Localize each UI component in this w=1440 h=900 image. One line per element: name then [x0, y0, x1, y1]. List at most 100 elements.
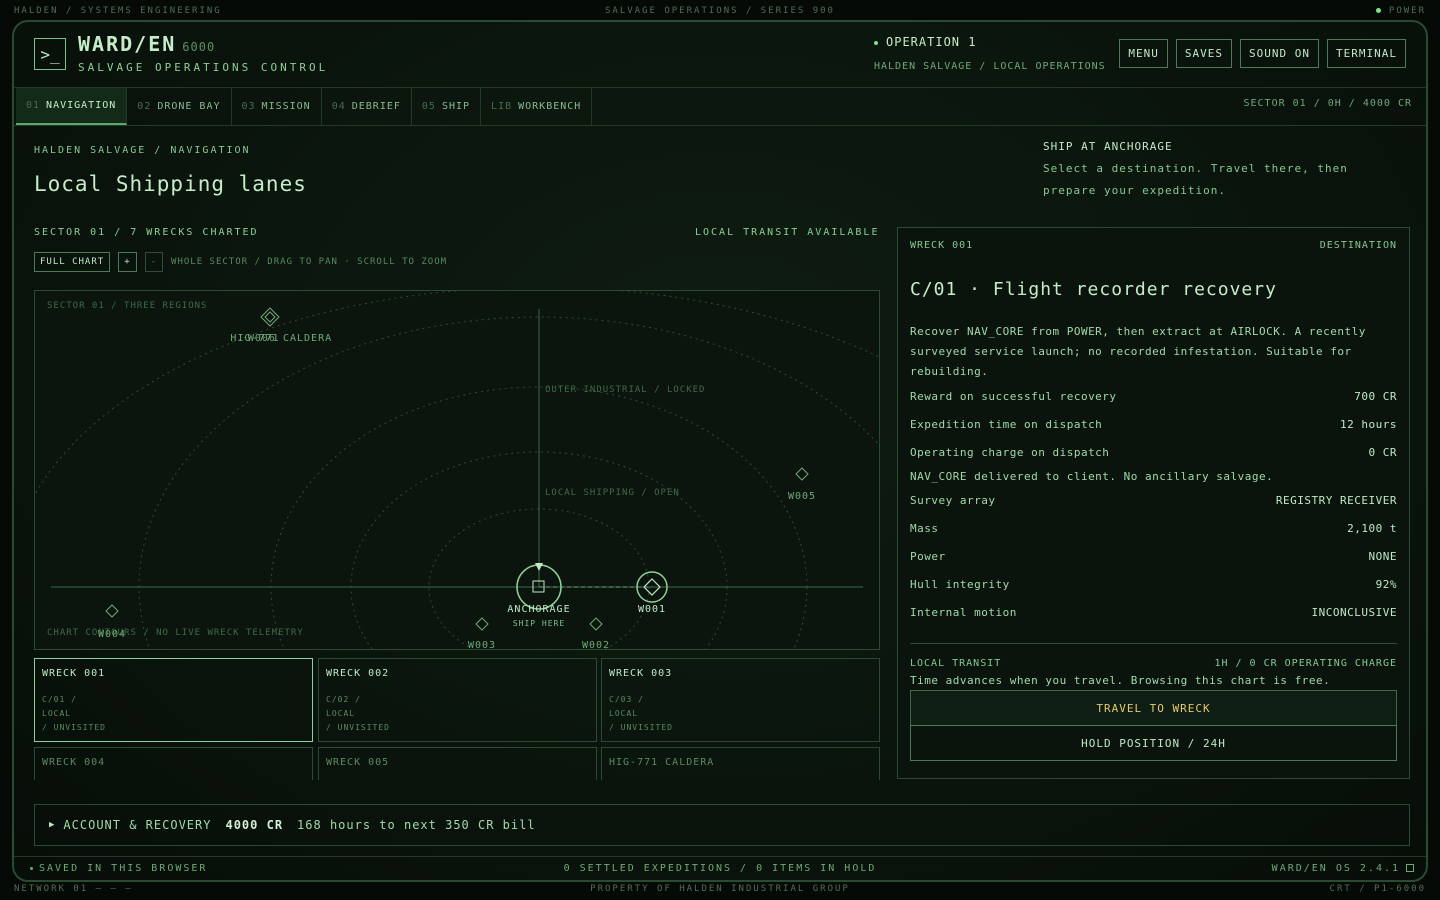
- stat-row: Internal motion INCONCLUSIVE: [910, 598, 1397, 626]
- stat-value: 0 CR: [1368, 445, 1397, 459]
- top-strip-left: HALDEN / SYSTEMS ENGINEERING: [14, 6, 222, 16]
- sector-map[interactable]: SECTOR 01 / THREE REGIONS OUTER INDUSTRI…: [34, 290, 880, 650]
- anchorage-status-text: Select a destination. Travel there, then…: [1043, 162, 1348, 197]
- full-chart-button[interactable]: FULL CHART: [34, 252, 111, 272]
- hold-position-button[interactable]: HOLD POSITION / 24H: [910, 725, 1397, 761]
- anchorage-label[interactable]: ANCHORAGE: [507, 604, 570, 615]
- stat-label: Reward on successful recovery: [910, 389, 1117, 403]
- transit-availability: LOCAL TRANSIT AVAILABLE: [695, 227, 880, 238]
- tab-ship[interactable]: 05 SHIP: [412, 88, 482, 125]
- tab-debrief[interactable]: 04 DEBRIEF: [322, 88, 412, 125]
- brand-title: WARD/EN 6000: [78, 32, 215, 56]
- panel-divider: [910, 643, 1397, 644]
- operation-label: OPERATION 1: [886, 35, 977, 49]
- anchorage-status-title: SHIP AT ANCHORAGE: [1043, 140, 1173, 153]
- operation-status-icon: [874, 40, 878, 45]
- stat-row: Mass 2,100 t: [910, 514, 1397, 542]
- stat-label: Power: [910, 549, 946, 563]
- tab-label: DRONE BAY: [157, 101, 221, 112]
- zoom-in-button[interactable]: +: [118, 252, 137, 272]
- stat-value: 12 hours: [1340, 417, 1397, 431]
- operation-title: OPERATION 1: [874, 35, 976, 49]
- panel-destination-tag: DESTINATION: [1319, 240, 1397, 251]
- stat-label: Hull integrity: [910, 577, 1010, 591]
- transit-cost: 1H / 0 CR OPERATING CHARGE: [1214, 658, 1397, 669]
- travel-to-wreck-button[interactable]: TRAVEL TO WRECK: [910, 690, 1397, 726]
- tab-drone-bay[interactable]: 02 DRONE BAY: [127, 88, 232, 125]
- wreck-card[interactable]: WRECK 004: [34, 747, 313, 780]
- sound-toggle-button[interactable]: SOUND ON: [1240, 39, 1320, 68]
- power-indicator: POWER: [1375, 6, 1426, 16]
- caldera-label-b[interactable]: W006 CALDERA: [248, 333, 332, 344]
- w005-label[interactable]: W005: [788, 491, 816, 502]
- wreck-card-code: C/01 /: [42, 695, 77, 704]
- wreck-card-title: WRECK 001: [42, 668, 106, 679]
- breadcrumb: HALDEN SALVAGE / NAVIGATION: [34, 145, 251, 156]
- w004-label[interactable]: W004: [98, 629, 126, 640]
- tab-navigation[interactable]: 01 NAVIGATION: [16, 88, 128, 125]
- chart-controls: FULL CHART + - WHOLE SECTOR / DRAG TO PA…: [34, 252, 447, 272]
- brand-number: 6000: [182, 40, 216, 54]
- w001-label[interactable]: W001: [638, 604, 666, 615]
- stat-row: Expedition time on dispatch 12 hours: [910, 410, 1397, 438]
- w005-diamond-icon: [795, 467, 809, 481]
- tab-number: 02: [137, 101, 152, 112]
- tab-number: LIB: [491, 101, 513, 112]
- outer-industrial-label: OUTER INDUSTRIAL / LOCKED: [545, 385, 706, 395]
- wreck-card[interactable]: WRECK 005: [318, 747, 597, 780]
- tab-workbench[interactable]: LIB WORKBENCH: [481, 88, 593, 125]
- crt-screen: >_ WARD/EN 6000 SALVAGE OPERATIONS CONTRO…: [12, 20, 1428, 882]
- stat-row: Operating charge on dispatch 0 CR: [910, 438, 1397, 466]
- tab-mission[interactable]: 03 MISSION: [232, 88, 322, 125]
- caldera-diamond-icon: [260, 307, 280, 327]
- bottom-strip-right: CRT / P1-6000: [1329, 884, 1426, 894]
- wreck-card-title: HIG-771 CALDERA: [609, 757, 715, 768]
- map-footer-label: CHART CONTOURS / NO LIVE WRECK TELEMETRY: [47, 628, 304, 638]
- w002-label[interactable]: W002: [582, 640, 610, 649]
- os-version: WARD/EN OS 2.4.1: [1272, 863, 1414, 874]
- page-title: Local Shipping lanes: [34, 172, 307, 196]
- wreck-card[interactable]: WRECK 001 C/01 / LOCAL / UNVISITED: [34, 658, 313, 742]
- wreck-card-title: WRECK 004: [42, 757, 106, 768]
- app-header: >_ WARD/EN 6000 SALVAGE OPERATIONS CONTRO…: [14, 22, 1426, 88]
- main-tabs: 01 NAVIGATION 02 DRONE BAY 03 MISSION 04 DEB…: [16, 88, 593, 125]
- wreck-card[interactable]: HIG-771 CALDERA: [601, 747, 880, 780]
- tab-label: NAVIGATION: [46, 100, 117, 111]
- account-bar[interactable]: ▶ ACCOUNT & RECOVERY 4000 CR 168 hours t…: [34, 804, 1410, 846]
- panel-note: NAV_CORE delivered to client. No ancilla…: [910, 469, 1274, 483]
- bottom-strip-center: PROPERTY OF HALDEN INDUSTRIAL GROUP: [590, 884, 850, 894]
- account-bill: 168 hours to next 350 CR bill: [297, 818, 536, 832]
- contour-outer: [35, 291, 879, 496]
- panel-description: Recover NAV_CORE from POWER, then extrac…: [910, 325, 1366, 378]
- terminal-logo-icon: >_: [34, 38, 66, 70]
- stat-label: Survey array: [910, 493, 996, 507]
- tab-number: 05: [421, 101, 436, 112]
- stat-value: INCONCLUSIVE: [1311, 605, 1397, 619]
- w002-diamond-icon: [589, 617, 603, 631]
- stat-row: Hull integrity 92%: [910, 570, 1397, 598]
- sector-summary: SECTOR 01 / 7 WRECKS CHARTED: [34, 227, 259, 238]
- tab-number: 04: [331, 101, 346, 112]
- wreck-card-status: / UNVISITED: [609, 723, 673, 732]
- account-label: ACCOUNT & RECOVERY: [63, 818, 212, 832]
- wreck-card-meta: C/02 / LOCAL / UNVISITED: [326, 693, 589, 735]
- stat-row: Reward on successful recovery 700 CR: [910, 382, 1397, 410]
- expand-triangle-icon: ▶: [49, 820, 56, 830]
- wreck-card-title: WRECK 005: [326, 757, 390, 768]
- stat-row: Power NONE: [910, 542, 1397, 570]
- wreck-card-meta: C/03 / LOCAL / UNVISITED: [609, 693, 872, 735]
- brand-name: WARD/EN: [78, 32, 177, 56]
- saves-button[interactable]: SAVES: [1175, 39, 1233, 68]
- status-footer: SAVED IN THIS BROWSER 0 SETTLED EXPEDITI…: [14, 856, 1426, 880]
- zoom-out-button[interactable]: -: [144, 252, 164, 272]
- panel-title: C/01 · Flight recorder recovery: [910, 279, 1277, 300]
- sector-status: SECTOR 01 / 0H / 4000 CR: [1243, 98, 1412, 109]
- wreck-card[interactable]: WRECK 003 C/03 / LOCAL / UNVISITED: [601, 658, 880, 742]
- stat-row: Survey array REGISTRY RECEIVER: [910, 486, 1397, 514]
- w003-label[interactable]: W003: [468, 640, 496, 649]
- wreck-card[interactable]: WRECK 002 C/02 / LOCAL / UNVISITED: [318, 658, 597, 742]
- terminal-button[interactable]: TERMINAL: [1327, 39, 1406, 68]
- ship-marker-icon: [535, 563, 543, 571]
- chart-hint: WHOLE SECTOR / DRAG TO PAN · SCROLL TO Z…: [171, 257, 448, 267]
- menu-button[interactable]: MENU: [1119, 39, 1168, 68]
